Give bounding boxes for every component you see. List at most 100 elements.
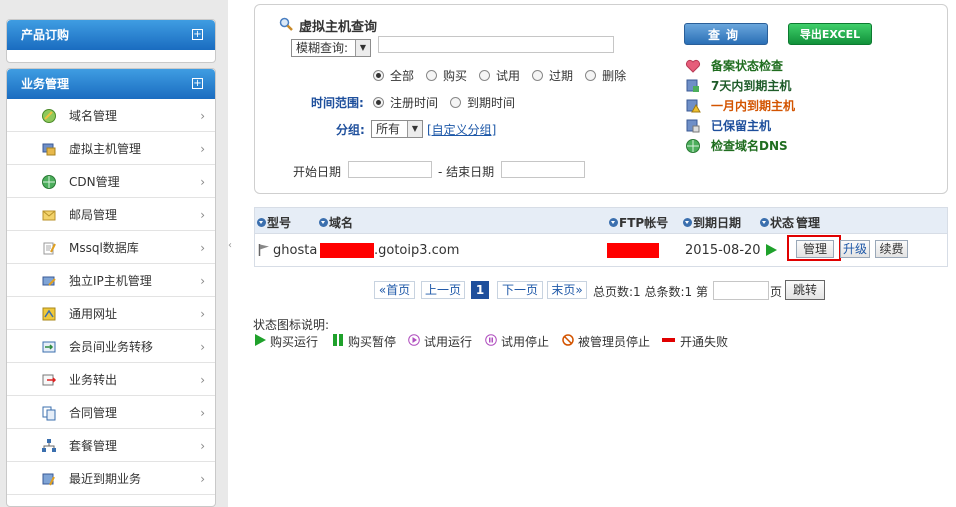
status-option-1[interactable]: 全部 (373, 67, 414, 84)
quick-link-3[interactable]: 一月内到期主机 (685, 97, 795, 114)
first-page-link[interactable]: «首页 (374, 281, 415, 299)
sidebar-item-label: 最近到期业务 (69, 471, 142, 486)
radio-icon[interactable] (585, 70, 597, 81)
server-icon (686, 79, 699, 92)
sidebar-item-11[interactable]: 套餐管理 › (7, 429, 215, 462)
sidebar-item-9[interactable]: 业务转出 › (7, 363, 215, 396)
collapse-sidebar-handle[interactable]: ‹ (228, 240, 238, 280)
legend-item-label: 被管理员停止 (578, 335, 651, 349)
radio-icon[interactable] (426, 70, 438, 81)
keyword-input[interactable] (378, 36, 614, 53)
sidebar-item-8[interactable]: 会员间业务转移 › (7, 330, 215, 363)
expand-icon[interactable]: + (192, 29, 203, 40)
vhost-icon (42, 143, 56, 156)
buy-paused-icon (332, 334, 344, 349)
current-page[interactable]: 1 (471, 281, 489, 299)
radio-icon[interactable] (479, 70, 491, 81)
quick-link-1[interactable]: 备案状态检查 (685, 57, 783, 74)
col-manage-header: 管理 (796, 214, 820, 231)
panel-orders-header[interactable]: 产品订购 + (7, 20, 215, 50)
sidebar-item-label: 独立IP主机管理 (69, 273, 152, 288)
radio-icon[interactable] (373, 97, 384, 108)
sidebar-item-label: 通用网址 (69, 306, 118, 321)
col-expire-label: 到期日期 (693, 216, 742, 230)
sidebar-item-7[interactable]: 通用网址 › (7, 297, 215, 330)
sidebar-item-12[interactable]: 最近到期业务 › (7, 462, 215, 495)
radio-icon[interactable] (450, 97, 462, 108)
time-option-1[interactable]: 注册时间 (373, 94, 438, 111)
search-mode-select[interactable]: 模糊查询: ▼ (291, 39, 371, 57)
quick-link-2[interactable]: 7天内到期主机 (685, 77, 791, 94)
prev-page-link[interactable]: 上一页 (421, 281, 465, 299)
start-date-input[interactable] (348, 161, 432, 178)
warning-server-icon (686, 99, 701, 112)
transfer-icon (42, 341, 56, 353)
sidebar-item-2[interactable]: 虚拟主机管理 › (7, 132, 215, 165)
legend-item-1: 购买运行 (254, 333, 318, 350)
query-button[interactable]: 查询 (684, 23, 768, 45)
legend-title: 状态图标说明: (253, 318, 330, 332)
legend-item-4: 试用停止 (485, 333, 549, 350)
custom-group-link[interactable]: [自定义分组] (427, 121, 496, 138)
quick-link-5[interactable]: 检查域名DNS (685, 137, 788, 154)
status-option-4[interactable]: 过期 (532, 67, 573, 84)
status-option-2[interactable]: 购买 (426, 67, 467, 84)
jump-button[interactable]: 跳转 (785, 280, 825, 300)
col-domain-header[interactable]: 域名 (319, 214, 353, 231)
upgrade-button[interactable]: 升级 (840, 240, 870, 258)
sidebar-item-label: 合同管理 (69, 405, 118, 420)
sidebar-item-label: 套餐管理 (69, 438, 118, 453)
col-expire-header[interactable]: 到期日期 (683, 214, 741, 231)
sidebar-item-4[interactable]: 邮局管理 › (7, 198, 215, 231)
page-number-input[interactable] (713, 281, 769, 300)
time-option-2[interactable]: 到期时间 (450, 94, 515, 111)
status-option-5[interactable]: 删除 (585, 67, 626, 84)
radio-icon[interactable] (532, 70, 544, 81)
sidebar-item-10[interactable]: 合同管理 › (7, 396, 215, 429)
status-option-3[interactable]: 试用 (479, 67, 520, 84)
sidebar-item-5[interactable]: Mssql数据库 › (7, 231, 215, 264)
panel-business: 业务管理 + 域名管理 › 虚拟主机管理 › CDN管理 › 邮局管理 › Mssql数据库 › 独… (6, 68, 216, 507)
sidebar-item-label: CDN管理 (69, 174, 120, 189)
radio-icon[interactable] (373, 70, 384, 81)
export-excel-button[interactable]: 导出EXCEL (788, 23, 872, 45)
chevron-right-icon: › (200, 142, 205, 156)
sidebar-item-1[interactable]: 域名管理 › (7, 99, 215, 132)
chevron-right-icon: › (200, 472, 205, 486)
manage-button[interactable]: 管理 (796, 240, 834, 258)
database-icon (43, 242, 56, 255)
open-failed-icon (662, 334, 676, 349)
business-menu: 域名管理 › 虚拟主机管理 › CDN管理 › 邮局管理 › Mssql数据库 › 独立IP主机管理… (7, 99, 215, 495)
status-option-label: 删除 (602, 69, 627, 83)
renew-button[interactable]: 续费 (875, 240, 908, 258)
quick-link-label: 备案状态检查 (711, 59, 784, 73)
legend-item-label: 开通失败 (680, 335, 729, 349)
contract-icon (42, 406, 56, 421)
chevron-right-icon: › (200, 406, 205, 420)
quick-link-4[interactable]: 已保留主机 (685, 117, 771, 134)
chevron-right-icon: › (200, 175, 205, 189)
group-label: 分组: (336, 123, 365, 137)
quick-link-label: 一月内到期主机 (711, 99, 796, 113)
sidebar: 产品订购 + 业务管理 + 域名管理 › 虚拟主机管理 › CDN管理 › 邮局管理 › Mss… (0, 0, 232, 507)
last-page-link[interactable]: 末页» (547, 281, 587, 299)
sort-icon (319, 218, 328, 227)
group-select[interactable]: 所有 ▼ (371, 120, 423, 138)
end-date-input[interactable] (501, 161, 585, 178)
row-model: ghosta (273, 243, 318, 258)
trial-stopped-icon (485, 334, 497, 349)
panel-orders-title: 产品订购 (21, 28, 70, 42)
sidebar-item-3[interactable]: CDN管理 › (7, 165, 215, 198)
chevron-down-icon: ▼ (355, 40, 370, 56)
col-model-header[interactable]: 型号 (257, 214, 291, 231)
col-status-header[interactable]: 状态 (760, 214, 794, 231)
col-ftp-header[interactable]: FTP帐号 (609, 214, 668, 231)
col-model-label: 型号 (267, 216, 292, 230)
sidebar-item-6[interactable]: 独立IP主机管理 › (7, 264, 215, 297)
row-domain[interactable]: .gotoip3.com (374, 243, 459, 258)
expand-icon[interactable]: + (192, 78, 203, 89)
status-option-label: 过期 (549, 69, 574, 83)
panel-business-header[interactable]: 业务管理 + (7, 69, 215, 99)
next-page-link[interactable]: 下一页 (497, 281, 543, 299)
flag-icon (258, 244, 269, 256)
